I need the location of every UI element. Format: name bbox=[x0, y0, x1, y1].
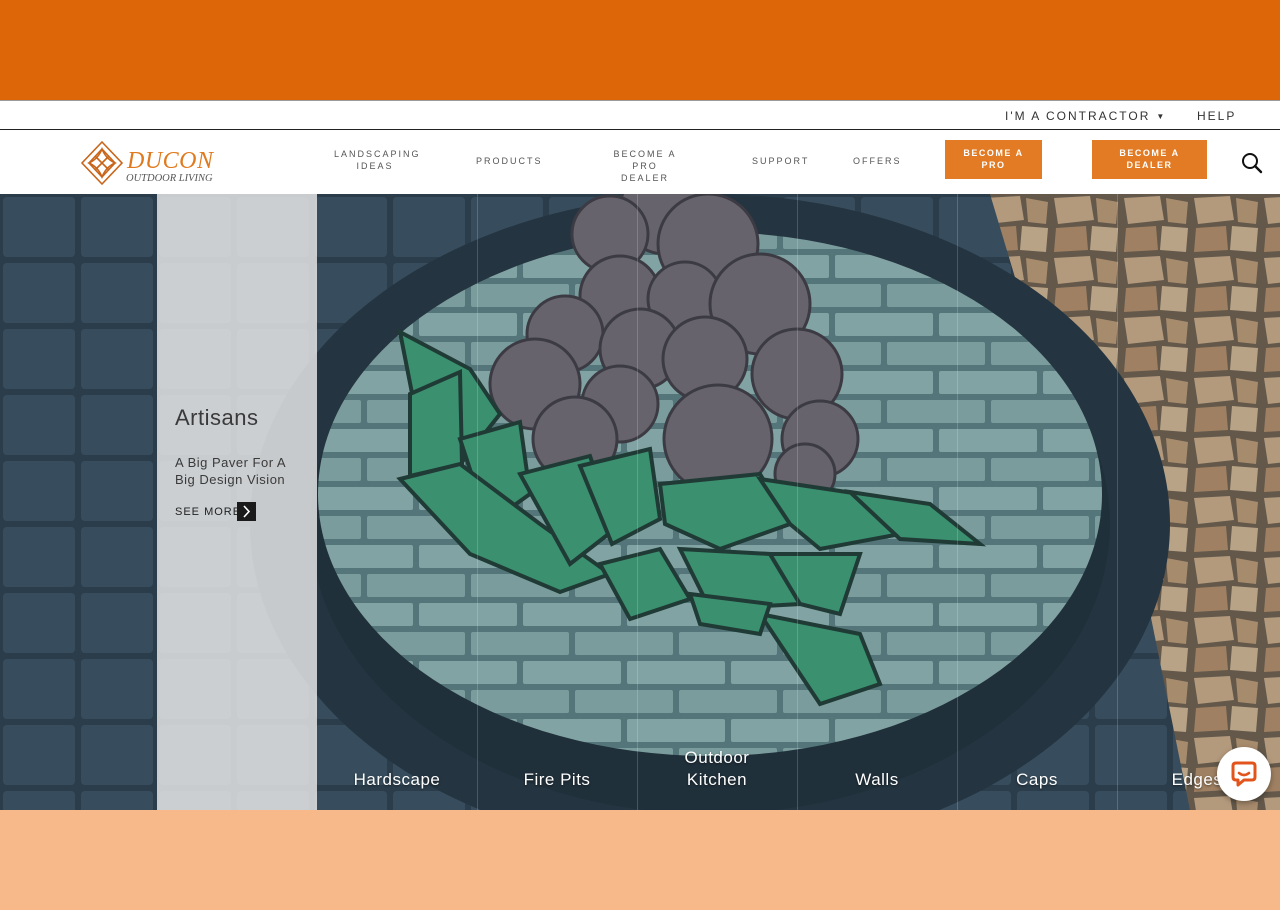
category-label: Walls bbox=[855, 770, 899, 789]
column-divider bbox=[957, 194, 958, 810]
button-label-line2: DEALER bbox=[1126, 160, 1173, 170]
nav-offers[interactable]: OFFERS bbox=[853, 155, 902, 167]
nav-label-line1: LANDSCAPING bbox=[334, 149, 421, 159]
nav-landscaping-ideas[interactable]: LANDSCAPING IDEAS bbox=[334, 148, 421, 172]
button-label-line1: BECOME A bbox=[1119, 148, 1180, 158]
nav-label-line2: DEALER bbox=[620, 173, 669, 183]
category-outdoor-kitchen[interactable]: Outdoor Kitchen bbox=[637, 747, 797, 791]
logo-diamond-icon bbox=[80, 140, 124, 186]
nav-products[interactable]: PRODUCTS bbox=[476, 155, 543, 167]
column-divider bbox=[637, 194, 638, 810]
category-label: Fire Pits bbox=[523, 770, 591, 789]
see-more-label: SEE MORE bbox=[175, 506, 242, 518]
category-hardscape[interactable]: Hardscape bbox=[317, 769, 477, 791]
category-label: Caps bbox=[1016, 770, 1058, 789]
caret-down-icon: ▼ bbox=[1156, 112, 1167, 121]
column-divider bbox=[797, 194, 798, 810]
featured-description: A Big Paver For A Big Design Vision bbox=[175, 455, 286, 487]
contractor-dropdown[interactable]: I'M A CONTRACTOR ▼ bbox=[1005, 109, 1166, 123]
help-link[interactable]: HELP bbox=[1197, 109, 1236, 123]
contractor-label: I'M A CONTRACTOR bbox=[1005, 109, 1151, 123]
category-label-line1: Outdoor bbox=[684, 748, 750, 767]
column-divider bbox=[477, 194, 478, 810]
nav-label-line2: IDEAS bbox=[356, 161, 394, 171]
top-orange-banner bbox=[0, 0, 1280, 100]
category-fire-pits[interactable]: Fire Pits bbox=[477, 769, 637, 791]
nav-become-pro-dealer[interactable]: BECOME A PRO DEALER bbox=[600, 148, 690, 184]
category-walls[interactable]: Walls bbox=[797, 769, 957, 791]
become-a-dealer-button[interactable]: BECOME A DEALER bbox=[1092, 140, 1207, 179]
main-nav: DUCON OUTDOOR LIVING LANDSCAPING IDEAS P… bbox=[0, 130, 1280, 194]
button-label-line1: BECOME A bbox=[963, 148, 1024, 158]
featured-title: Artisans bbox=[175, 405, 259, 430]
chat-icon[interactable] bbox=[1217, 747, 1271, 801]
nav-label-line1: PRODUCTS bbox=[476, 156, 543, 166]
category-caps[interactable]: Caps bbox=[957, 769, 1117, 791]
nav-label-line1: OFFERS bbox=[853, 156, 902, 166]
category-label-line2: Kitchen bbox=[686, 770, 748, 789]
become-a-pro-button[interactable]: BECOME A PRO bbox=[945, 140, 1042, 179]
nav-label-line1: SUPPORT bbox=[752, 156, 810, 166]
hero-banner: Artisans A Big Paver For A Big Design Vi… bbox=[0, 194, 1280, 810]
logo-brand-text: DUCON bbox=[127, 148, 214, 174]
ducon-logo[interactable]: DUCON OUTDOOR LIVING bbox=[80, 140, 220, 186]
utility-bar: I'M A CONTRACTOR ▼ HELP bbox=[0, 100, 1280, 130]
nav-label-line1: BECOME A PRO bbox=[613, 149, 677, 171]
featured-product-panel: Artisans A Big Paver For A Big Design Vi… bbox=[157, 194, 317, 810]
search-icon[interactable] bbox=[1241, 152, 1263, 174]
see-more-link[interactable]: SEE MORE bbox=[175, 502, 256, 522]
nav-support[interactable]: SUPPORT bbox=[752, 155, 810, 167]
button-label-line2: PRO bbox=[981, 160, 1006, 170]
bottom-peach-band bbox=[0, 810, 1280, 910]
category-label: Hardscape bbox=[353, 770, 441, 789]
chevron-right-icon bbox=[237, 502, 256, 521]
column-divider bbox=[1117, 194, 1118, 810]
logo-tagline: OUTDOOR LIVING bbox=[126, 173, 213, 184]
